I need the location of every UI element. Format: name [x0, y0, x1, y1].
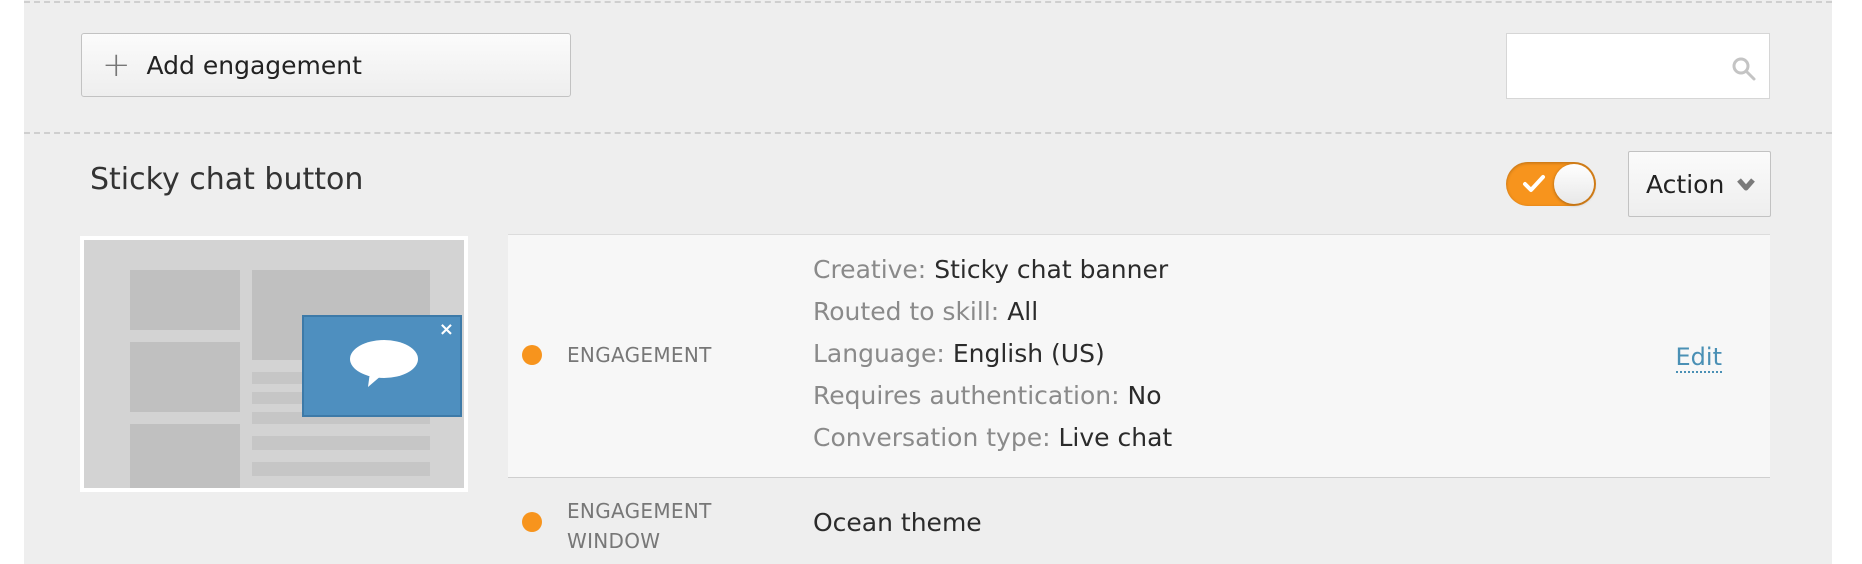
- checkmark-icon: [1523, 175, 1545, 192]
- action-dropdown-button[interactable]: Action: [1628, 151, 1771, 217]
- row-type-line: ENGAGEMENT: [567, 499, 712, 523]
- search-input[interactable]: [1507, 34, 1722, 98]
- action-label: Action: [1646, 169, 1725, 199]
- top-divider: [24, 1, 1832, 3]
- prop-key: Requires authentication:: [813, 381, 1120, 410]
- prop-language: Language: English (US): [813, 339, 1105, 368]
- prop-requires-auth: Requires authentication: No: [813, 381, 1162, 410]
- prop-value: No: [1127, 381, 1162, 410]
- prop-value: Sticky chat banner: [934, 255, 1169, 284]
- prop-key: Routed to skill:: [813, 297, 1000, 326]
- search-box[interactable]: [1506, 33, 1770, 99]
- section-title: Sticky chat button: [90, 162, 364, 197]
- search-icon[interactable]: [1731, 56, 1757, 82]
- preview-line: [252, 462, 430, 476]
- edit-link[interactable]: Edit: [1675, 343, 1722, 373]
- prop-value: All: [1007, 297, 1039, 326]
- prop-value: English (US): [952, 339, 1105, 368]
- enable-toggle[interactable]: [1506, 162, 1596, 206]
- section-divider: [24, 132, 1832, 134]
- window-theme-value: Ocean theme: [813, 508, 982, 537]
- toggle-knob: [1554, 164, 1594, 204]
- prop-key: Language:: [813, 339, 945, 368]
- engagement-preview-thumbnail[interactable]: ×: [80, 236, 468, 492]
- add-engagement-button[interactable]: + Add engagement: [81, 33, 571, 97]
- prop-routed-skill: Routed to skill: All: [813, 297, 1038, 326]
- close-icon: ×: [438, 319, 454, 340]
- status-dot: [522, 512, 542, 532]
- engagements-panel: + Add engagement Sticky chat button Acti…: [24, 0, 1832, 564]
- preview-line: [252, 436, 430, 450]
- plus-icon: +: [102, 45, 131, 85]
- prop-key: Creative:: [813, 255, 927, 284]
- engagement-row: ENGAGEMENT Creative: Sticky chat banner R…: [508, 234, 1770, 478]
- row-type-label: ENGAGEMENT WINDOW: [567, 496, 712, 556]
- preview-block: [130, 424, 240, 488]
- status-dot: [522, 345, 542, 365]
- prop-conversation-type: Conversation type: Live chat: [813, 423, 1172, 452]
- chat-bubble-icon: [350, 340, 418, 387]
- add-engagement-label: Add engagement: [146, 50, 362, 80]
- prop-key: Conversation type:: [813, 423, 1051, 452]
- prop-creative: Creative: Sticky chat banner: [813, 255, 1168, 284]
- row-type-label: ENGAGEMENT: [567, 343, 712, 367]
- prop-value: Live chat: [1058, 423, 1173, 452]
- chat-button-preview: ×: [302, 315, 462, 417]
- row-type-line: WINDOW: [567, 529, 661, 553]
- preview-block: [130, 270, 240, 330]
- chevron-down-icon: [1737, 178, 1755, 191]
- preview-block: [130, 342, 240, 412]
